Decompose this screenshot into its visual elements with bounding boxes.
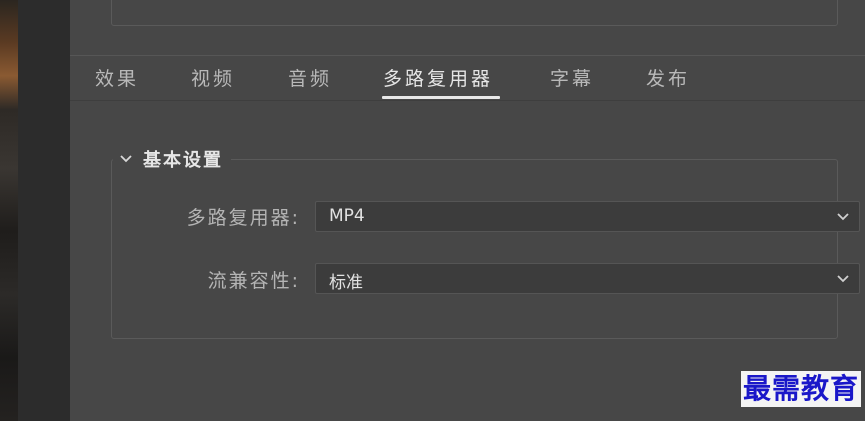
multiplexer-label: 多路复用器: bbox=[186, 207, 300, 229]
tab-audio[interactable]: 音频 bbox=[288, 64, 332, 92]
tab-effects[interactable]: 效果 bbox=[95, 64, 139, 92]
preview-image-edge bbox=[0, 0, 18, 421]
tab-video[interactable]: 视频 bbox=[191, 64, 235, 92]
upper-section-box bbox=[111, 0, 838, 26]
active-tab-indicator bbox=[382, 96, 500, 99]
tab-publish[interactable]: 发布 bbox=[646, 64, 690, 92]
export-settings-window: 效果 视频 音频 多路复用器 字幕 发布 多路复用器: MP4 流兼容性: 标准 bbox=[0, 0, 865, 421]
basic-settings-title: 基本设置 bbox=[143, 150, 223, 171]
stream-compatibility-label: 流兼容性: bbox=[207, 270, 300, 292]
stream-compatibility-value: 标准 bbox=[329, 273, 363, 293]
multiplexer-select[interactable]: MP4 bbox=[315, 201, 860, 232]
settings-panel: 效果 视频 音频 多路复用器 字幕 发布 多路复用器: MP4 流兼容性: 标准 bbox=[70, 0, 865, 421]
tab-captions[interactable]: 字幕 bbox=[550, 64, 594, 92]
basic-settings-group: 多路复用器: MP4 流兼容性: 标准 bbox=[111, 159, 860, 339]
tab-multiplexer[interactable]: 多路复用器 bbox=[383, 64, 493, 92]
basic-settings-header[interactable]: 基本设置 bbox=[113, 146, 231, 172]
chevron-down-icon bbox=[120, 155, 132, 163]
multiplexer-value: MP4 bbox=[329, 206, 365, 226]
tab-bar: 效果 视频 音频 多路复用器 字幕 发布 bbox=[70, 56, 865, 101]
watermark-logo: 最需教育 bbox=[741, 371, 862, 407]
stream-compatibility-select[interactable]: 标准 bbox=[315, 263, 860, 294]
panel-divider bbox=[18, 0, 70, 421]
chevron-down-icon bbox=[837, 275, 849, 283]
chevron-down-icon bbox=[837, 213, 849, 221]
